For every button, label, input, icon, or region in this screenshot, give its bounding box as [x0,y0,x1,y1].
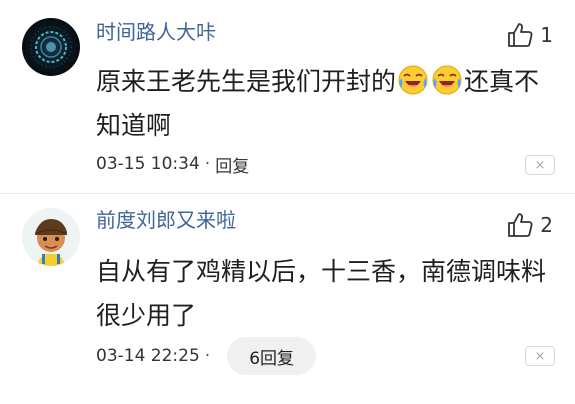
comment-item: 时间路人大咔 1 原来王老先生是我们开封的 还真不知道啊 03-15 10:34 … [0,0,575,194]
comment-text: 自从有了鸡精以后，十三香，南德调味料很少用了 [96,257,547,330]
comment-text-part: 原来王老先生是我们开封的 [96,67,397,96]
comment-meta: 03-14 22:25 · 6回复 [96,337,317,375]
avatar-image [22,18,80,76]
meta-separator: · [204,154,211,174]
comment-meta: 03-15 10:34 · 回复 [96,151,249,177]
comment-date: 03-15 10:34 [96,154,200,174]
laugh-cry-emoji [431,64,463,96]
comment-date: 03-14 22:25 [96,346,200,366]
close-box-icon[interactable]: × [525,346,555,366]
reply-button[interactable]: 回复 [215,152,249,177]
avatar-image [22,208,80,266]
comment-text: 原来王老先生是我们开封的 还真不知道啊 [96,60,546,148]
like-count: 2 [540,213,553,237]
reply-count-button[interactable]: 6回复 [227,337,317,375]
like-count: 1 [540,23,553,47]
like-button[interactable]: 1 [506,21,553,49]
avatar[interactable] [22,208,80,266]
thumbs-up-icon [508,213,533,237]
avatar[interactable] [22,18,80,76]
like-button[interactable]: 2 [506,211,553,239]
meta-separator: · [204,346,211,366]
thumbs-up-icon [508,23,533,47]
laugh-cry-emoji [397,64,429,96]
username[interactable]: 时间路人大咔 [96,19,216,45]
username[interactable]: 前度刘郎又来啦 [96,207,236,233]
close-box-icon[interactable]: × [525,155,555,175]
comment-item: 前度刘郎又来啦 2 自从有了鸡精以后，十三香，南德调味料很少用了 03-14 2… [0,194,575,404]
